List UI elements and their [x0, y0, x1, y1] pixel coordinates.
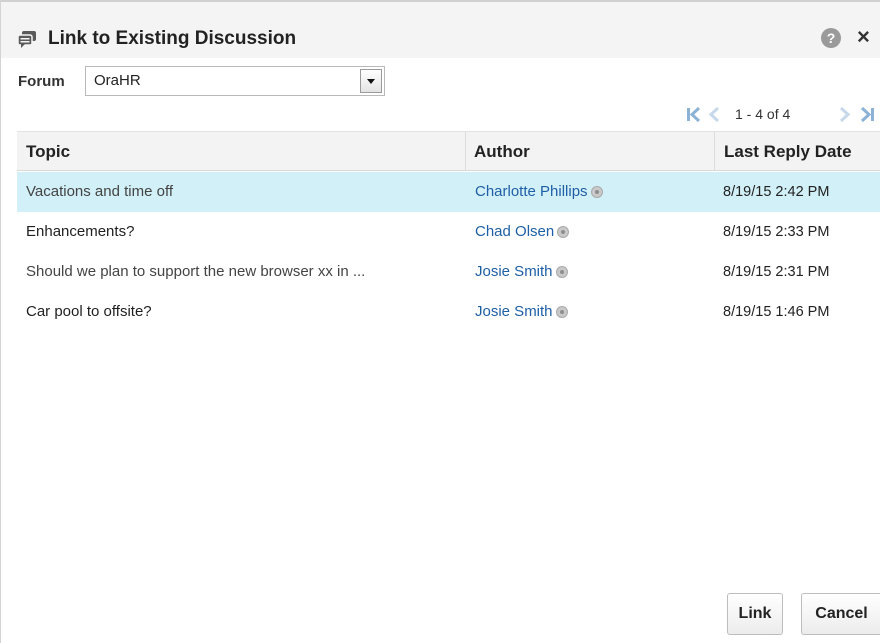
- forum-select-value: OraHR: [94, 72, 141, 89]
- column-divider[interactable]: [465, 132, 466, 171]
- author-name[interactable]: Chad Olsen: [475, 223, 554, 240]
- date-cell: 8/19/15 1:46 PM: [723, 304, 830, 320]
- table-header: Topic Author Last Reply Date: [17, 131, 880, 171]
- date-cell: 8/19/15 2:31 PM: [723, 264, 830, 280]
- date-cell: 8/19/15 2:42 PM: [723, 184, 830, 200]
- presence-icon[interactable]: [555, 306, 568, 318]
- author-name[interactable]: Josie Smith: [475, 303, 553, 320]
- date-cell: 8/19/15 2:33 PM: [723, 224, 830, 240]
- author-link[interactable]: Charlotte Phillips: [475, 183, 603, 201]
- dialog-header: Link to Existing Discussion ? ×: [1, 0, 880, 58]
- column-header-author[interactable]: Author: [474, 142, 530, 162]
- dropdown-button[interactable]: [360, 69, 382, 93]
- column-header-topic[interactable]: Topic: [26, 142, 70, 162]
- help-icon[interactable]: ?: [821, 28, 841, 48]
- presence-icon[interactable]: [557, 226, 570, 238]
- topic-cell: Enhancements?: [26, 223, 135, 240]
- author-name[interactable]: Josie Smith: [475, 263, 553, 280]
- column-divider[interactable]: [714, 132, 715, 171]
- discussion-icon: [17, 30, 37, 48]
- author-link[interactable]: Chad Olsen: [475, 223, 570, 241]
- author-link[interactable]: Josie Smith: [475, 263, 568, 281]
- author-link[interactable]: Josie Smith: [475, 303, 568, 321]
- next-page-icon[interactable]: [836, 104, 852, 124]
- previous-page-icon[interactable]: [707, 104, 723, 124]
- topic-cell: Should we plan to support the new browse…: [26, 263, 366, 280]
- first-page-icon[interactable]: [685, 104, 703, 124]
- forum-label: Forum: [18, 73, 65, 90]
- cancel-button[interactable]: Cancel: [801, 593, 880, 635]
- close-icon[interactable]: ×: [857, 26, 877, 48]
- forum-select[interactable]: OraHR: [85, 66, 385, 96]
- chevron-down-icon: [367, 79, 375, 84]
- table-row[interactable]: Should we plan to support the new browse…: [17, 252, 880, 292]
- table-row[interactable]: Vacations and time off Charlotte Phillip…: [17, 172, 880, 212]
- dialog-title: Link to Existing Discussion: [48, 28, 297, 49]
- link-button[interactable]: Link: [727, 593, 783, 635]
- column-header-last-reply-date[interactable]: Last Reply Date: [724, 142, 852, 162]
- table-row[interactable]: Enhancements? Chad Olsen 8/19/15 2:33 PM: [17, 212, 880, 252]
- last-page-icon[interactable]: [858, 104, 876, 124]
- pagination: 1 - 4 of 4: [685, 104, 880, 124]
- topic-cell: Car pool to offsite?: [26, 303, 152, 320]
- presence-icon[interactable]: [555, 266, 568, 278]
- author-name[interactable]: Charlotte Phillips: [475, 183, 588, 200]
- topic-cell: Vacations and time off: [26, 183, 174, 200]
- table-row[interactable]: Car pool to offsite? Josie Smith 8/19/15…: [17, 292, 880, 332]
- link-discussion-dialog: Link to Existing Discussion ? × Forum Or…: [0, 0, 880, 643]
- page-range: 1 - 4 of 4: [735, 106, 791, 122]
- presence-icon[interactable]: [590, 186, 603, 198]
